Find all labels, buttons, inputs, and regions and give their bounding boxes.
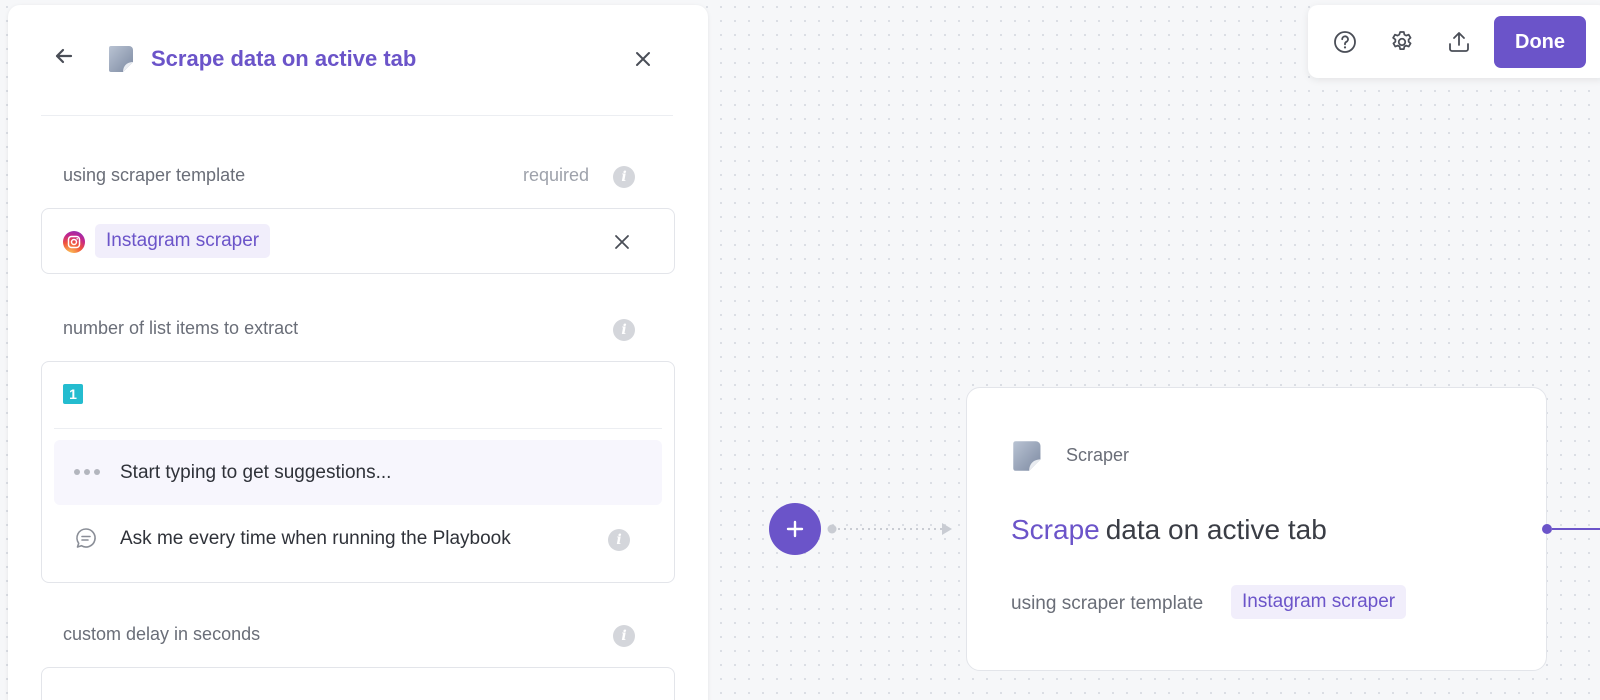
chat-icon (74, 526, 98, 550)
delay-input[interactable] (41, 667, 675, 700)
required-label: required (523, 165, 590, 185)
node-type-label: Scraper (1066, 445, 1130, 465)
settings-button[interactable] (1389, 29, 1415, 55)
list-items-input[interactable]: 1 Start typing to get suggestions... Ask… (41, 361, 675, 583)
clear-template-button[interactable] (614, 234, 630, 250)
top-toolbar: Done (1308, 5, 1600, 78)
ask-option-label: Ask me every time when running the Playb… (120, 528, 511, 549)
delay-field-label: custom delay in seconds (63, 624, 261, 644)
close-panel-button[interactable] (633, 49, 653, 69)
arrow-left-icon (55, 48, 73, 64)
done-button[interactable]: Done (1494, 16, 1586, 68)
template-chip: Instagram scraper (95, 224, 271, 258)
help-icon (1334, 31, 1356, 53)
divider (54, 428, 662, 429)
plus-icon (786, 520, 804, 538)
panel-title: Scrape data on active tab (151, 46, 417, 71)
instagram-icon (63, 231, 85, 253)
close-icon (636, 52, 650, 66)
ask-every-time-option[interactable]: Ask me every time when running the Playb… (54, 510, 662, 570)
template-field-label: using scraper template (63, 165, 246, 185)
node-subtitle: using scraper template (1011, 593, 1204, 614)
node-title: Scrape data on active tab (1011, 514, 1327, 546)
suggestion-input-row[interactable]: Start typing to get suggestions... (54, 440, 662, 505)
add-step-button[interactable] (769, 503, 821, 555)
output-connector (1542, 524, 1600, 534)
scraper-app-icon (107, 44, 137, 74)
info-icon[interactable]: i (613, 625, 635, 647)
info-icon[interactable]: i (613, 319, 635, 341)
panel-header: Scrape data on active tab (41, 5, 673, 116)
node-title-verb: Scrape (1011, 514, 1100, 545)
settings-icon (1392, 31, 1412, 51)
scraper-step-node[interactable]: Scraper Scrape data on active tab using s… (966, 387, 1547, 671)
list-items-field-label: number of list items to extract (63, 318, 299, 338)
more-dots-icon (74, 469, 100, 475)
value-badge: 1 (63, 384, 83, 404)
back-button[interactable] (51, 43, 77, 69)
connector-arrow (827, 523, 952, 535)
step-config-panel: Scrape data on active tab using scraper … (8, 5, 708, 700)
close-icon (615, 235, 629, 249)
help-button[interactable] (1332, 29, 1358, 55)
upload-icon (1449, 32, 1469, 52)
suggestion-placeholder: Start typing to get suggestions... (120, 462, 392, 483)
upload-button[interactable] (1446, 29, 1472, 55)
info-icon[interactable]: i (608, 529, 630, 551)
info-icon[interactable]: i (613, 166, 635, 188)
scraper-app-icon (1011, 439, 1045, 473)
template-select[interactable]: Instagram scraper (41, 208, 675, 274)
node-template-chip: Instagram scraper (1231, 585, 1407, 619)
node-title-rest: data on active tab (1105, 514, 1327, 545)
